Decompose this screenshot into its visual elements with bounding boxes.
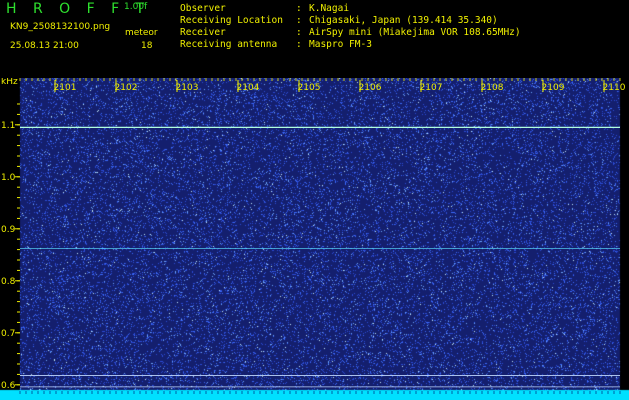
count: 18 bbox=[141, 41, 153, 51]
spectrogram-overlay: kHz 1.1 1.0 0.9 0.8 0.7 0.6 2101 2102 2103 2104 210… bbox=[1, 78, 626, 394]
datetime: 25.08.13 21:00 bbox=[10, 41, 79, 51]
x-tick-label: 2110 bbox=[603, 83, 626, 93]
x-tick-label: 2106 bbox=[359, 83, 382, 93]
info-sep: : bbox=[296, 27, 302, 38]
x-tick-label: 2105 bbox=[298, 83, 321, 93]
y-tick-label: 0.9 bbox=[1, 225, 16, 235]
spectrogram-panel: kHz 1.1 1.0 0.9 0.8 0.7 0.6 2101 2102 2103 2104 210… bbox=[0, 78, 629, 400]
file-name: KN9_2508132100.png bbox=[10, 22, 111, 32]
info-sep: : bbox=[296, 39, 302, 50]
x-tick-label: 2104 bbox=[237, 83, 260, 93]
x-tick-label: 2109 bbox=[542, 83, 565, 93]
info-sep: : bbox=[296, 3, 302, 14]
info-label: Receiver bbox=[180, 27, 226, 38]
header-panel: H R O F F T 1.00f KN9_2508132100.png met… bbox=[0, 0, 629, 78]
y-tick-label: 1.1 bbox=[1, 121, 15, 131]
x-tick-label: 2103 bbox=[176, 83, 199, 93]
x-tick-label: 2101 bbox=[54, 83, 77, 93]
y-tick-label: 0.7 bbox=[1, 329, 15, 339]
y-tick-label: 1.0 bbox=[1, 173, 16, 183]
info-label: Receiving antenna bbox=[180, 39, 278, 50]
y-tick-label: 0.6 bbox=[1, 381, 16, 391]
y-tick-label: 0.8 bbox=[1, 277, 16, 287]
y-axis-label: kHz bbox=[1, 78, 18, 87]
x-tick-label: 2108 bbox=[481, 83, 504, 93]
x-tick-label: 2102 bbox=[115, 83, 138, 93]
info-label: Observer bbox=[180, 3, 226, 14]
version-label: 1.00f bbox=[124, 2, 148, 12]
info-sep: : bbox=[296, 15, 302, 26]
info-value: Maspro FM-3 bbox=[309, 39, 372, 50]
info-label: Receiving Location bbox=[180, 15, 283, 26]
info-value: Chigasaki, Japan (139.414 35.340) bbox=[309, 15, 498, 26]
class-label: meteor bbox=[125, 28, 158, 38]
info-value: AirSpy mini (Miakejima VOR 108.65MHz) bbox=[309, 27, 521, 38]
x-tick-label: 2107 bbox=[420, 83, 443, 93]
info-value: K.Nagai bbox=[309, 3, 350, 14]
